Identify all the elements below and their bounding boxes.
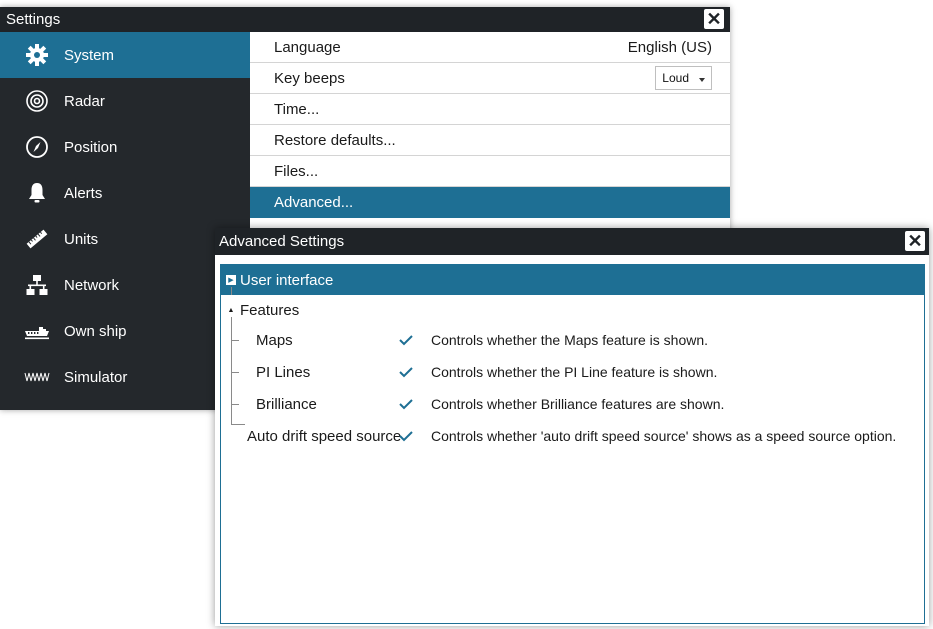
user-interface-label: User interface (240, 271, 334, 289)
ship-icon (24, 318, 50, 344)
waveform-icon (24, 364, 50, 390)
radar-icon (24, 88, 50, 114)
settings-titlebar: Settings ✕ (0, 7, 730, 32)
advanced-titlebar: Advanced Settings ✕ (215, 228, 929, 255)
advanced-row[interactable]: Advanced... (250, 187, 730, 218)
settings-close-button[interactable]: ✕ (704, 9, 724, 29)
settings-title: Settings (6, 11, 61, 28)
key-beeps-label: Key beeps (274, 69, 345, 87)
files-label: Files... (274, 162, 319, 180)
ruler-icon (24, 226, 50, 252)
tree-connector (231, 287, 232, 295)
restore-defaults-label: Restore defaults... (274, 131, 396, 149)
sidebar-item-network[interactable]: Network (0, 262, 250, 308)
expand-arrow-icon[interactable]: ▶ (226, 275, 236, 285)
sidebar-item-label: System (64, 46, 115, 64)
sidebar-item-system[interactable]: System (0, 32, 250, 78)
network-icon (24, 272, 50, 298)
sidebar-item-label: Own ship (64, 322, 127, 340)
sidebar-item-position[interactable]: Position (0, 124, 250, 170)
feature-label: Maps (256, 331, 293, 349)
feature-description: Controls whether 'auto drift speed sourc… (431, 428, 897, 444)
feature-description: Controls whether the Maps feature is sho… (431, 332, 709, 348)
features-label: Features (240, 301, 300, 319)
time-row[interactable]: Time... (250, 94, 730, 125)
feature-row-auto-drift: Auto drift speed source Controls whether… (221, 421, 924, 451)
sidebar-item-label: Radar (64, 92, 105, 110)
bell-icon (24, 180, 50, 206)
key-beeps-select[interactable]: Loud (655, 66, 712, 90)
language-row[interactable]: Language English (US) (250, 32, 730, 63)
key-beeps-value: Loud (662, 71, 689, 85)
tree-connector (231, 404, 239, 405)
sidebar-item-own-ship[interactable]: Own ship (0, 308, 250, 354)
sidebar-item-simulator[interactable]: Simulator (0, 354, 250, 400)
sidebar-item-label: Units (64, 230, 99, 248)
sidebar-item-units[interactable]: Units (0, 216, 250, 262)
advanced-close-button[interactable]: ✕ (905, 231, 925, 251)
settings-sidebar: System Radar Position Alerts Units Netwo… (0, 32, 250, 410)
sidebar-item-label: Network (64, 276, 120, 294)
key-beeps-row: Key beeps Loud (250, 63, 730, 94)
advanced-label: Advanced... (274, 194, 354, 211)
maps-checkbox[interactable] (397, 331, 415, 349)
advanced-tree: ▶ User interface ▲ Features Maps Control… (220, 264, 925, 624)
sidebar-item-radar[interactable]: Radar (0, 78, 250, 124)
sidebar-item-label: Position (64, 138, 118, 156)
collapse-arrow-icon[interactable]: ▲ (226, 305, 236, 315)
feature-label: PI Lines (256, 363, 311, 381)
restore-defaults-row[interactable]: Restore defaults... (250, 125, 730, 156)
auto-drift-checkbox[interactable] (397, 427, 415, 445)
feature-description: Controls whether the PI Line feature is … (431, 364, 718, 380)
tree-item-user-interface[interactable]: ▶ User interface (221, 265, 924, 295)
gear-icon (24, 42, 50, 68)
advanced-title: Advanced Settings (219, 233, 345, 250)
feature-row-brilliance: Brilliance Controls whether Brilliance f… (221, 389, 924, 419)
feature-label: Brilliance (256, 395, 317, 413)
language-value[interactable]: English (US) (628, 39, 712, 56)
advanced-settings-dialog: Advanced Settings ✕ ▶ User interface ▲ F… (215, 228, 929, 626)
pi-lines-checkbox[interactable] (397, 363, 415, 381)
time-label: Time... (274, 100, 320, 118)
feature-label: Auto drift speed source (247, 427, 402, 445)
tree-item-features[interactable]: ▲ Features (221, 295, 924, 325)
language-label: Language (274, 38, 341, 56)
feature-description: Controls whether Brilliance features are… (431, 396, 725, 412)
sidebar-item-label: Simulator (64, 368, 128, 386)
tree-connector (231, 340, 239, 341)
sidebar-item-alerts[interactable]: Alerts (0, 170, 250, 216)
feature-row-pi-lines: PI Lines Controls whether the PI Line fe… (221, 357, 924, 387)
dropdown-arrow-icon (699, 71, 705, 85)
compass-icon (24, 134, 50, 160)
files-row[interactable]: Files... (250, 156, 730, 187)
tree-connector (231, 372, 239, 373)
feature-row-maps: Maps Controls whether the Maps feature i… (221, 325, 924, 355)
sidebar-item-label: Alerts (64, 184, 103, 202)
brilliance-checkbox[interactable] (397, 395, 415, 413)
